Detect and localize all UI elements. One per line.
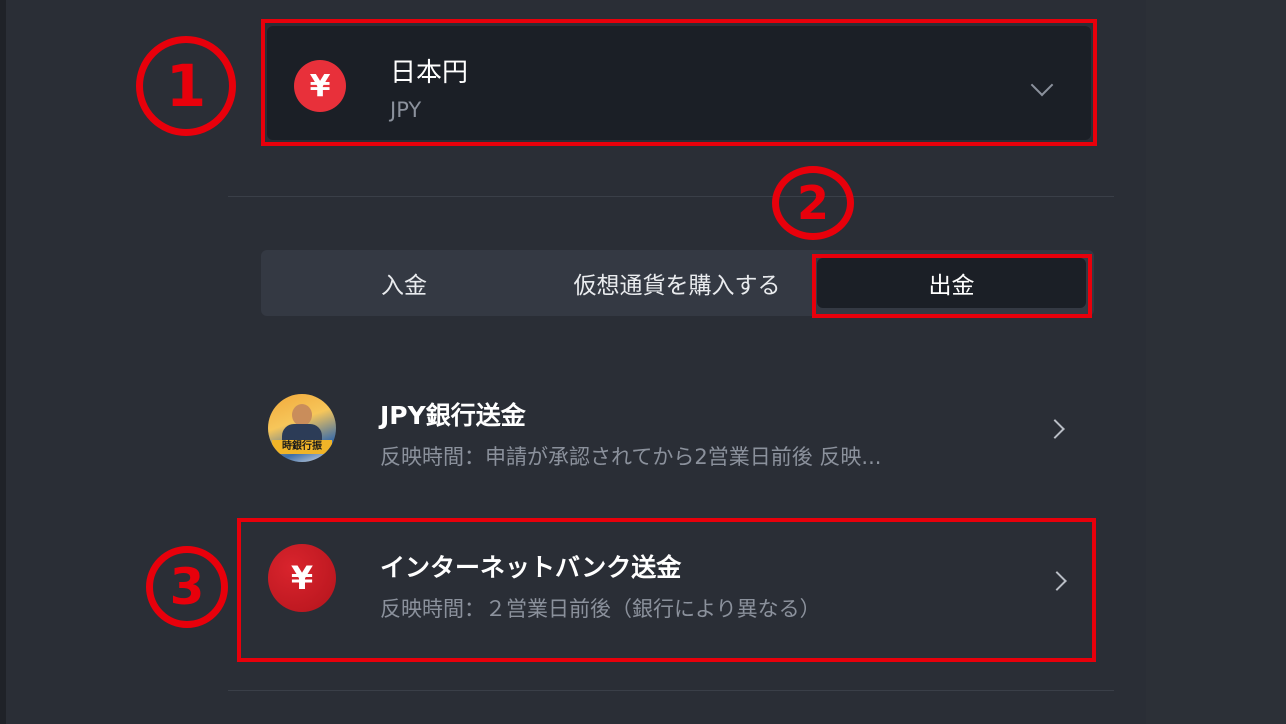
annotation-number-1: 1	[136, 36, 236, 136]
highlight-internet-bank	[237, 518, 1096, 662]
highlight-withdraw-tab	[812, 254, 1092, 318]
method-subtitle: 反映時間：申請が承認されてから2営業日前後 反映...	[380, 445, 882, 469]
right-edge	[1146, 0, 1286, 724]
tab-buy-crypto[interactable]: 仮想通貨を購入する	[547, 250, 807, 316]
divider	[228, 690, 1114, 691]
annotation-number-2: 2	[772, 166, 854, 240]
tab-deposit[interactable]: 入金	[261, 250, 547, 316]
annotation-number-3: 3	[146, 546, 228, 628]
avatar: 時銀行振	[268, 394, 336, 462]
method-jpy-bank-transfer[interactable]: 時銀行振 JPY銀行送金 反映時間：申請が承認されてから2営業日前後 反映...	[240, 366, 1090, 486]
method-title: JPY銀行送金	[380, 401, 526, 430]
divider	[228, 196, 1114, 197]
chevron-right-icon	[1045, 419, 1065, 439]
highlight-currency-selector	[261, 19, 1097, 146]
left-edge	[0, 0, 6, 724]
